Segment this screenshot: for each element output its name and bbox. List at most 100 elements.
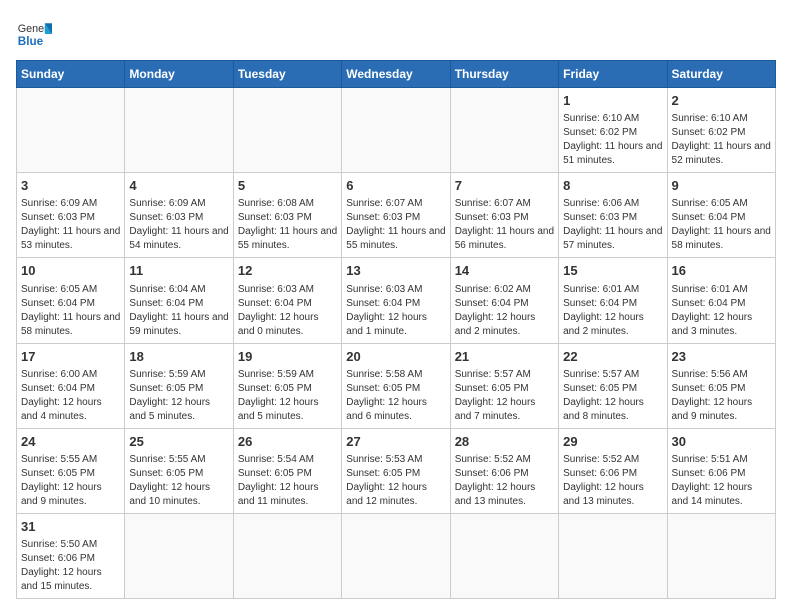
calendar-cell: [233, 513, 341, 598]
day-number: 4: [129, 177, 228, 195]
day-number: 9: [672, 177, 771, 195]
day-number: 19: [238, 348, 337, 366]
calendar-cell: 17 Sunrise: 6:00 AM Sunset: 6:04 PM Dayli…: [17, 343, 125, 428]
day-info: Sunrise: 5:51 AM Sunset: 6:06 PM Dayligh…: [672, 453, 771, 509]
weekday-header-monday: Monday: [125, 61, 233, 88]
day-info: Sunrise: 6:01 AM Sunset: 6:04 PM Dayligh…: [563, 283, 662, 339]
calendar-week-2: 10Sunrise: 6:05 AM Sunset: 6:04 PM Dayli…: [17, 258, 776, 343]
calendar-cell: 28 Sunrise: 5:52 AM Sunset: 6:06 PM Dayli…: [450, 428, 558, 513]
day-number: 14: [455, 262, 554, 280]
calendar-table: SundayMondayTuesdayWednesdayThursdayFrid…: [16, 60, 776, 599]
day-number: 24: [21, 433, 120, 451]
day-info: Sunrise: 6:00 AM Sunset: 6:04 PM Dayligh…: [21, 368, 120, 424]
calendar-cell: 7 Sunrise: 6:07 AM Sunset: 6:03 PM Daylig…: [450, 173, 558, 258]
day-number: 13: [346, 262, 445, 280]
day-number: 29: [563, 433, 662, 451]
calendar-cell: 18 Sunrise: 5:59 AM Sunset: 6:05 PM Dayli…: [125, 343, 233, 428]
day-number: 18: [129, 348, 228, 366]
day-info: Sunrise: 5:53 AM Sunset: 6:05 PM Dayligh…: [346, 453, 445, 509]
day-info: Sunrise: 5:54 AM Sunset: 6:05 PM Dayligh…: [238, 453, 337, 509]
calendar-cell: 22Sunrise: 5:57 AM Sunset: 6:05 PM Dayli…: [559, 343, 667, 428]
day-number: 1: [563, 92, 662, 110]
weekday-header-friday: Friday: [559, 61, 667, 88]
day-number: 30: [672, 433, 771, 451]
day-number: 31: [21, 518, 120, 536]
day-info: Sunrise: 6:02 AM Sunset: 6:04 PM Dayligh…: [455, 283, 554, 339]
day-info: Sunrise: 5:55 AM Sunset: 6:05 PM Dayligh…: [21, 453, 120, 509]
day-info: Sunrise: 5:56 AM Sunset: 6:05 PM Dayligh…: [672, 368, 771, 424]
calendar-cell: 23 Sunrise: 5:56 AM Sunset: 6:05 PM Dayli…: [667, 343, 775, 428]
calendar-cell: 20 Sunrise: 5:58 AM Sunset: 6:05 PM Dayli…: [342, 343, 450, 428]
calendar-cell: [559, 513, 667, 598]
calendar-cell: 26Sunrise: 5:54 AM Sunset: 6:05 PM Dayli…: [233, 428, 341, 513]
calendar-cell: 15Sunrise: 6:01 AM Sunset: 6:04 PM Dayli…: [559, 258, 667, 343]
logo-icon: General Blue: [16, 16, 52, 52]
day-info: Sunrise: 5:55 AM Sunset: 6:05 PM Dayligh…: [129, 453, 228, 509]
day-info: Sunrise: 5:58 AM Sunset: 6:05 PM Dayligh…: [346, 368, 445, 424]
weekday-header-tuesday: Tuesday: [233, 61, 341, 88]
calendar-cell: 5Sunrise: 6:08 AM Sunset: 6:03 PM Daylig…: [233, 173, 341, 258]
calendar-cell: 4 Sunrise: 6:09 AM Sunset: 6:03 PM Daylig…: [125, 173, 233, 258]
calendar-week-1: 3 Sunrise: 6:09 AM Sunset: 6:03 PM Daylig…: [17, 173, 776, 258]
calendar-cell: [667, 513, 775, 598]
day-number: 28: [455, 433, 554, 451]
day-info: Sunrise: 6:03 AM Sunset: 6:04 PM Dayligh…: [238, 283, 337, 339]
calendar-cell: 30 Sunrise: 5:51 AM Sunset: 6:06 PM Dayli…: [667, 428, 775, 513]
calendar-cell: 25 Sunrise: 5:55 AM Sunset: 6:05 PM Dayli…: [125, 428, 233, 513]
logo: General Blue: [16, 16, 52, 52]
calendar-cell: [125, 513, 233, 598]
day-info: Sunrise: 6:06 AM Sunset: 6:03 PM Dayligh…: [563, 197, 662, 253]
calendar-cell: [342, 513, 450, 598]
day-number: 17: [21, 348, 120, 366]
calendar-cell: [450, 88, 558, 173]
day-info: Sunrise: 6:07 AM Sunset: 6:03 PM Dayligh…: [346, 197, 445, 253]
calendar-cell: 10Sunrise: 6:05 AM Sunset: 6:04 PM Dayli…: [17, 258, 125, 343]
day-info: Sunrise: 6:10 AM Sunset: 6:02 PM Dayligh…: [563, 112, 662, 168]
day-number: 2: [672, 92, 771, 110]
calendar-week-0: 1 Sunrise: 6:10 AM Sunset: 6:02 PM Daylig…: [17, 88, 776, 173]
calendar-cell: 16Sunrise: 6:01 AM Sunset: 6:04 PM Dayli…: [667, 258, 775, 343]
day-number: 27: [346, 433, 445, 451]
day-info: Sunrise: 6:09 AM Sunset: 6:03 PM Dayligh…: [129, 197, 228, 253]
day-info: Sunrise: 6:04 AM Sunset: 6:04 PM Dayligh…: [129, 283, 228, 339]
day-info: Sunrise: 5:57 AM Sunset: 6:05 PM Dayligh…: [455, 368, 554, 424]
day-number: 20: [346, 348, 445, 366]
day-number: 12: [238, 262, 337, 280]
day-number: 8: [563, 177, 662, 195]
weekday-header-thursday: Thursday: [450, 61, 558, 88]
weekday-header-sunday: Sunday: [17, 61, 125, 88]
calendar-cell: [233, 88, 341, 173]
calendar-cell: 8 Sunrise: 6:06 AM Sunset: 6:03 PM Daylig…: [559, 173, 667, 258]
day-number: 22: [563, 348, 662, 366]
calendar-cell: [342, 88, 450, 173]
calendar-week-5: 31 Sunrise: 5:50 AM Sunset: 6:06 PM Dayli…: [17, 513, 776, 598]
day-info: Sunrise: 5:59 AM Sunset: 6:05 PM Dayligh…: [129, 368, 228, 424]
day-info: Sunrise: 6:07 AM Sunset: 6:03 PM Dayligh…: [455, 197, 554, 253]
day-number: 16: [672, 262, 771, 280]
calendar-week-4: 24 Sunrise: 5:55 AM Sunset: 6:05 PM Dayli…: [17, 428, 776, 513]
calendar-cell: 1 Sunrise: 6:10 AM Sunset: 6:02 PM Daylig…: [559, 88, 667, 173]
day-number: 7: [455, 177, 554, 195]
calendar-cell: 27 Sunrise: 5:53 AM Sunset: 6:05 PM Dayli…: [342, 428, 450, 513]
day-info: Sunrise: 6:05 AM Sunset: 6:04 PM Dayligh…: [21, 283, 120, 339]
calendar-cell: 9Sunrise: 6:05 AM Sunset: 6:04 PM Daylig…: [667, 173, 775, 258]
calendar-cell: 19Sunrise: 5:59 AM Sunset: 6:05 PM Dayli…: [233, 343, 341, 428]
calendar-cell: 31 Sunrise: 5:50 AM Sunset: 6:06 PM Dayli…: [17, 513, 125, 598]
calendar-cell: 2Sunrise: 6:10 AM Sunset: 6:02 PM Daylig…: [667, 88, 775, 173]
day-info: Sunrise: 5:50 AM Sunset: 6:06 PM Dayligh…: [21, 538, 120, 594]
day-info: Sunrise: 6:09 AM Sunset: 6:03 PM Dayligh…: [21, 197, 120, 253]
day-number: 25: [129, 433, 228, 451]
day-number: 11: [129, 262, 228, 280]
day-number: 23: [672, 348, 771, 366]
calendar-cell: 13Sunrise: 6:03 AM Sunset: 6:04 PM Dayli…: [342, 258, 450, 343]
calendar-cell: 12 Sunrise: 6:03 AM Sunset: 6:04 PM Dayli…: [233, 258, 341, 343]
weekday-header-saturday: Saturday: [667, 61, 775, 88]
day-number: 3: [21, 177, 120, 195]
day-info: Sunrise: 5:52 AM Sunset: 6:06 PM Dayligh…: [563, 453, 662, 509]
header: General Blue: [16, 16, 776, 52]
day-info: Sunrise: 5:52 AM Sunset: 6:06 PM Dayligh…: [455, 453, 554, 509]
calendar-cell: 14 Sunrise: 6:02 AM Sunset: 6:04 PM Dayli…: [450, 258, 558, 343]
calendar-cell: [17, 88, 125, 173]
calendar-cell: [125, 88, 233, 173]
calendar-cell: 6Sunrise: 6:07 AM Sunset: 6:03 PM Daylig…: [342, 173, 450, 258]
